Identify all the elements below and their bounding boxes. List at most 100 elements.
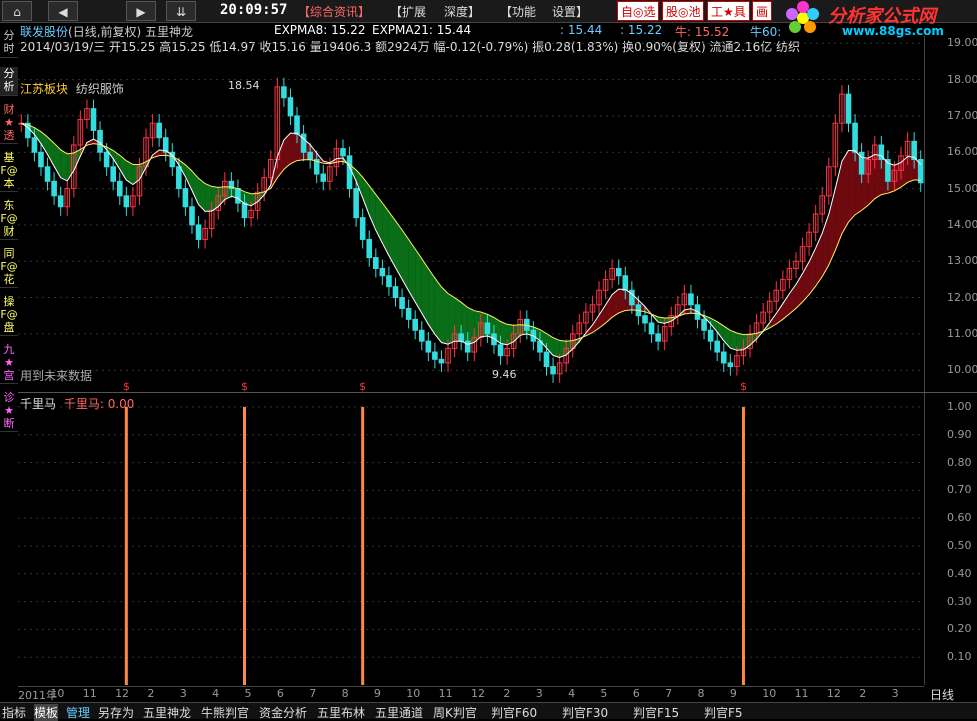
bottom-tab-5[interactable]: 牛熊判官 (201, 704, 249, 721)
candle-body (346, 155, 353, 190)
high-price-label: 18.54 (228, 79, 260, 92)
tools-button[interactable]: 工★具 (707, 1, 750, 21)
signal-marker: $ (740, 380, 747, 392)
bottom-tab-13[interactable]: 判官F5 (704, 704, 743, 721)
candle-body (116, 180, 123, 197)
industry-label: 纺织服饰 (75, 82, 124, 96)
bottom-tab-9[interactable]: 周K判官 (433, 704, 477, 721)
price-tick-label: 14.00 (947, 217, 977, 231)
candle-body (615, 267, 622, 277)
bottom-tab-4[interactable]: 五里神龙 (143, 704, 191, 721)
bear-ribbon-segment (60, 149, 68, 181)
time-tick-label: 3 (891, 687, 899, 700)
menu-settings[interactable]: 设置】 (552, 3, 588, 20)
home-button[interactable]: ⌂ (2, 1, 32, 21)
tab-finance[interactable]: 财★透 (0, 103, 18, 144)
indicator-title: 千里马 (20, 397, 57, 411)
candle-body (412, 318, 418, 331)
daily-period-button[interactable]: 日线 (930, 686, 954, 703)
bottom-tab-7[interactable]: 五里布林 (317, 704, 365, 721)
bear-ribbon-segment (67, 152, 74, 181)
candle-body (714, 340, 720, 353)
indicator-tick-label: 0.60 (947, 511, 972, 525)
bottom-tab-10[interactable]: 判官F60 (491, 704, 537, 721)
tab-tonghuashun[interactable]: 同F@花 (0, 247, 18, 288)
candle-body (44, 166, 51, 182)
candle-body (464, 340, 471, 353)
indicator-chart[interactable] (18, 393, 924, 685)
bottom-tab-11[interactable]: 判官F30 (562, 704, 608, 721)
candle-body (359, 217, 366, 240)
tab-intraday[interactable]: 分时 (0, 29, 18, 58)
candle-body (701, 318, 707, 331)
tab-nine-palace[interactable]: 九★宫 (0, 343, 18, 384)
menu-expand[interactable]: 【扩展 (390, 3, 426, 20)
indicator-header: 千里马 千里马: 0.00 (20, 395, 134, 412)
double-chevron-down-icon: ⇊ (175, 5, 187, 19)
bottom-tab-8[interactable]: 五里通道 (375, 704, 423, 721)
menu-depth[interactable]: 深度】 (444, 3, 480, 20)
watchlist-button[interactable]: 自◎选 (617, 1, 660, 21)
back-button[interactable]: ◀ (48, 1, 78, 21)
candle-body (320, 173, 327, 182)
draw-button[interactable]: 画 (752, 1, 773, 21)
candle-body (110, 166, 116, 182)
bear-ribbon-segment (730, 330, 737, 351)
candle-body (281, 86, 287, 99)
candle-body (720, 351, 727, 364)
candle-body (90, 108, 97, 131)
tab-trading[interactable]: 操F@盘 (0, 295, 18, 336)
expma8-value: EXPMA8: 15.22 (274, 23, 366, 37)
time-tick-label: 6 (276, 687, 284, 700)
menu-news[interactable]: 【综合资讯】 (298, 3, 370, 20)
time-tick-label: 11 (82, 687, 97, 700)
bottom-tab-0[interactable]: 指标 (2, 704, 26, 721)
bear-ribbon-segment (434, 278, 442, 343)
candle-body (655, 333, 661, 342)
time-tick-label: 11 (794, 687, 809, 700)
candle-body (176, 166, 182, 190)
candle-body (307, 151, 313, 161)
time-tick-label: 9 (373, 687, 381, 700)
indicator-tick-label: 1.00 (947, 399, 972, 413)
candle-body (543, 351, 550, 368)
bear-ribbon-segment (553, 337, 560, 358)
tab-fundamental[interactable]: 基F@本 (0, 151, 18, 192)
low-price-label: 9.46 (492, 368, 517, 381)
indicator-tick-label: 0.10 (947, 650, 972, 664)
candle-body (497, 344, 504, 357)
price-tick-label: 17.00 (947, 108, 977, 122)
bottom-tab-1[interactable]: 模板 (34, 704, 59, 721)
tab-eastmoney[interactable]: 东F@财 (0, 199, 18, 240)
bear-ribbon-segment (119, 155, 127, 181)
candle-body (688, 293, 694, 306)
indicator-tick-label: 0.20 (947, 622, 972, 636)
time-tick-label: 10 (762, 687, 777, 700)
time-tick-label: 2 (503, 687, 511, 700)
time-tick-label: 7 (309, 687, 317, 700)
stock-pool-button[interactable]: 股◎池 (662, 1, 705, 21)
candle-body (189, 206, 195, 226)
bull-ribbon-segment (599, 304, 606, 329)
bottom-tab-3[interactable]: 另存为 (98, 704, 134, 721)
tab-analysis[interactable]: 分析 (0, 67, 18, 96)
ribbon-value-1: : 15.44 (560, 23, 603, 37)
bear-ribbon-segment (428, 268, 435, 335)
bottom-tab-6[interactable]: 资金分析 (259, 704, 307, 721)
candle-body (103, 151, 110, 168)
candle-body (852, 122, 858, 153)
candle-body (182, 188, 189, 208)
time-tick-label: 5 (244, 687, 252, 700)
tab-diagnose[interactable]: 诊★断 (0, 391, 18, 432)
bottom-tab-2[interactable]: 管理 (66, 704, 90, 721)
indicator-tick-label: 0.50 (947, 538, 972, 552)
price-chart[interactable]: $ $ $ $ (18, 36, 924, 392)
bear-ribbon-segment (441, 287, 449, 345)
price-tick-label: 18.00 (947, 72, 977, 86)
menu-function[interactable]: 【功能 (500, 3, 536, 20)
expand-button[interactable]: ⇊ (166, 1, 196, 21)
candle-body (845, 93, 852, 124)
forward-button[interactable]: ▶ (126, 1, 156, 21)
bottom-tab-12[interactable]: 判官F15 (633, 704, 679, 721)
price-tick-label: 12.00 (947, 290, 977, 304)
